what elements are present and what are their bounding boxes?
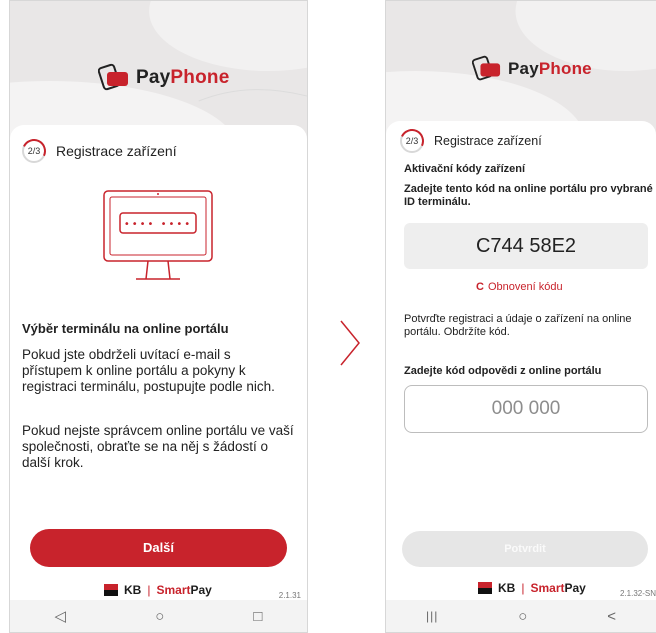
step-progress-badge: 2/3 [400, 129, 424, 153]
confirm-instruction: Potvrďte registraci a údaje o zařízení n… [404, 313, 632, 338]
payphone-logo: PayPhone [472, 55, 592, 83]
kb-label: KB [124, 583, 142, 597]
step-indicator: 2/3 Registrace zařízení [22, 139, 177, 163]
section-title: Výběr terminálu na online portálu [22, 321, 229, 336]
kb-smartpay-footer: KB | SmartPay [104, 583, 212, 597]
svg-text:•••• ••••: •••• •••• [124, 219, 192, 230]
step-title: Registrace zařízení [56, 143, 177, 159]
step-indicator: 2/3 Registrace zařízení [400, 129, 542, 153]
android-nav-bar: ◁ ○ □ [10, 600, 307, 632]
nav-home-icon[interactable]: ○ [155, 608, 164, 625]
footer-separator: | [521, 581, 525, 595]
brand-name-phone: Phone [170, 67, 230, 88]
refresh-code-link[interactable]: C Obnovení kódu [476, 281, 563, 293]
instruction-paragraph-1: Pokud jste obdrželi uvítací e-mail s pří… [22, 347, 275, 394]
payphone-card-icon [98, 63, 128, 91]
kb-label: KB [498, 581, 516, 595]
chevron-right-icon [340, 320, 360, 366]
step-title: Registrace zařízení [434, 134, 542, 148]
nav-back-icon[interactable]: < [607, 608, 616, 625]
app-version: 2.1.31 [278, 591, 301, 600]
content-card: 2/3 Registrace zařízení Aktivační kódy z… [386, 121, 656, 600]
brand-name-pay: Pay [508, 59, 539, 78]
next-button[interactable]: Další [30, 529, 287, 567]
footer-separator: | [147, 583, 151, 597]
app-version: 2.1.32-SN [619, 589, 656, 598]
smartpay-label-smart: Smart [156, 583, 191, 597]
smartpay-label-pay: Pay [564, 581, 586, 595]
confirm-button[interactable]: Potvrdit [402, 531, 648, 567]
kb-smartpay-footer: KB | SmartPay [478, 581, 586, 595]
kb-logo-icon [478, 582, 492, 594]
payphone-logo: PayPhone [98, 63, 229, 93]
brand-name-pay: Pay [136, 67, 171, 88]
monitor-illustration: •••• •••• [103, 190, 213, 280]
nav-recent-icon[interactable]: ||| [426, 609, 438, 623]
activation-code-display: C744 58E2 [404, 223, 648, 269]
refresh-code-label: Obnovení kódu [487, 281, 563, 293]
kb-logo-icon [104, 584, 118, 596]
android-nav-bar: ||| ○ < [386, 600, 656, 632]
response-code-input[interactable]: 000 000 [404, 385, 648, 433]
section-title: Aktivační kódy zařízení [404, 163, 526, 175]
refresh-icon: C [476, 281, 484, 293]
phone-screen-activation-codes: PayPhone 2/3 Registrace zařízení Aktivač… [385, 0, 656, 633]
brand-name-phone: Phone [538, 59, 592, 78]
nav-recent-icon[interactable]: □ [253, 608, 262, 625]
code-instruction: Zadejte tento kód na online portálu pro … [404, 183, 653, 208]
payphone-card-icon [472, 55, 501, 81]
response-code-label: Zadejte kód odpovědi z online portálu [404, 365, 602, 377]
nav-home-icon[interactable]: ○ [518, 608, 527, 625]
smartpay-label-pay: Pay [190, 583, 212, 597]
instruction-paragraph-2: Pokud nejste správcem online portálu ve … [22, 423, 294, 470]
smartpay-label-smart: Smart [530, 581, 565, 595]
nav-back-icon[interactable]: ◁ [55, 607, 67, 625]
content-card: 2/3 Registrace zařízení •••• •••• Výběr … [10, 125, 307, 600]
step-progress-badge: 2/3 [22, 139, 46, 163]
phone-screen-terminal-selection: PayPhone 2/3 Registrace zařízení •••• ••… [9, 0, 308, 633]
